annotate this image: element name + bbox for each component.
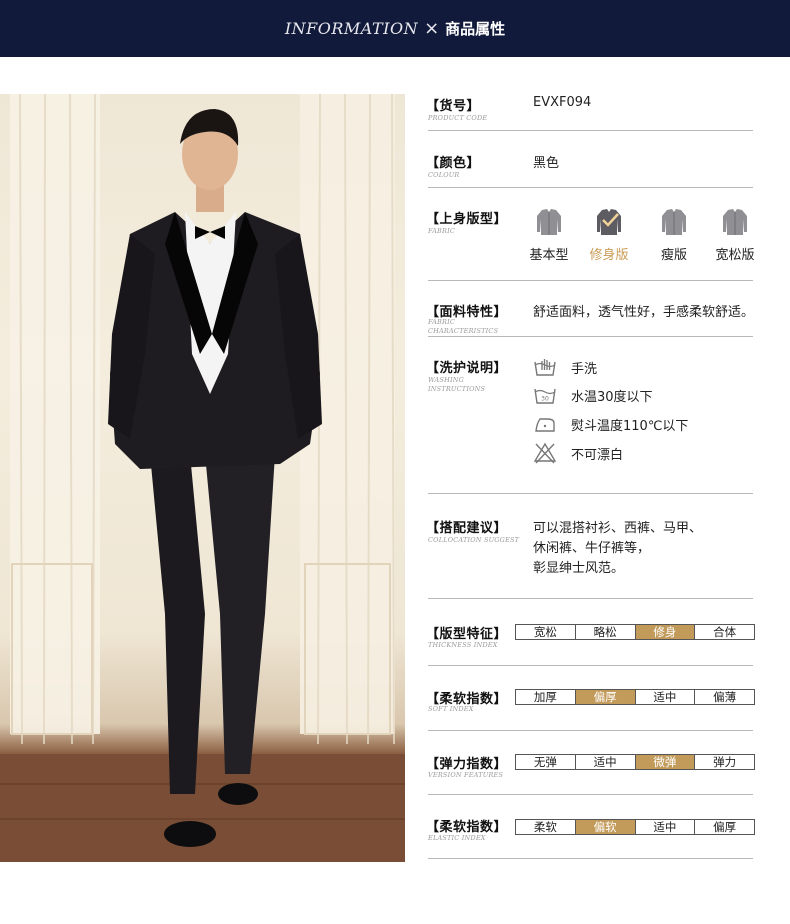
divider [428, 598, 753, 599]
soft2-scale: 柔软 偏软 适中 偏厚 [515, 819, 755, 835]
care-text: 手洗 [571, 361, 598, 377]
scale-cell-selected: 微弹 [635, 755, 696, 769]
scale-cell: 适中 [576, 755, 636, 769]
divider [428, 858, 753, 859]
fabric-subtitle: FABRIC CHARACTERISTICS [428, 318, 499, 335]
header-title-cn: 商品属性 [445, 20, 506, 38]
care-title: 【洗护说明】 [426, 361, 508, 376]
scale-cell: 略松 [576, 625, 636, 639]
fit-option-basic: 基本型 [524, 206, 574, 263]
fit-option-label: 基本型 [529, 248, 569, 263]
collocation-line: 彰显绅士风范。 [533, 561, 625, 576]
fit-subtitle: FABRIC [428, 227, 456, 235]
fit-option-thin: 瘦版 [649, 206, 699, 263]
model-in-suit-illustration [0, 94, 405, 862]
fit-option-loose: 宽松版 [710, 206, 760, 263]
header-separator: × [424, 18, 440, 39]
scale-cell: 适中 [636, 690, 696, 704]
fit-title: 【上身版型】 [426, 212, 508, 227]
scale-cell-selected: 修身 [635, 625, 696, 639]
scale-cell: 宽松 [516, 625, 576, 639]
fit-option-slim: 修身版 [584, 206, 634, 263]
divider [428, 280, 753, 281]
header-bar: INFORMATION × 商品属性 [0, 0, 790, 57]
elastic-subtitle: VERSION FEATURES [428, 771, 504, 779]
soft-scale: 加厚 偏厚 适中 偏薄 [515, 689, 755, 705]
divider [428, 187, 753, 188]
fabric-value: 舒适面料，透气性好，手感柔软舒适。 [533, 305, 755, 320]
shirt-icon [662, 209, 686, 235]
iron-icon [535, 418, 555, 432]
divider [428, 730, 753, 731]
scale-cell: 弹力 [713, 755, 737, 769]
thickness-title: 【版型特征】 [426, 627, 508, 642]
thickness-subtitle: THICKNESS INDEX [428, 641, 498, 649]
divider [428, 130, 753, 131]
scale-cell-selected: 偏厚 [575, 690, 636, 704]
collocation-line: 休闲裤、牛仔裤等， [533, 541, 651, 556]
fit-option-label: 瘦版 [660, 248, 687, 263]
care-text: 熨斗温度110℃以下 [571, 418, 689, 434]
divider [428, 665, 753, 666]
product-code-subtitle: PRODUCT CODE [428, 114, 488, 122]
colour-value: 黑色 [533, 156, 560, 171]
elastic-scale: 无弹 适中 微弹 弹力 [515, 754, 755, 770]
thickness-scale: 宽松 略松 修身 合体 [515, 624, 755, 640]
colour-subtitle: COLOUR [428, 171, 460, 179]
product-photo [0, 94, 405, 862]
care-item: 30 水温30度以下 [533, 384, 653, 406]
elastic-title: 【弹力指数】 [426, 757, 508, 772]
care-item: 熨斗温度110℃以下 [533, 413, 688, 435]
wash-30-icon: 30 [534, 388, 556, 404]
scale-cell: 无弹 [516, 755, 576, 769]
scale-cell: 适中 [636, 820, 696, 834]
product-code-title: 【货号】 [426, 99, 481, 114]
product-code-value: EVXF094 [533, 95, 592, 110]
care-item: 手洗 [533, 356, 597, 378]
care-text: 水温30度以下 [571, 389, 653, 405]
header-title-en: INFORMATION [284, 19, 419, 38]
fit-option-label: 宽松版 [715, 248, 755, 263]
care-text: 不可漂白 [571, 447, 624, 463]
scale-cell: 加厚 [516, 690, 576, 704]
soft2-title: 【柔软指数】 [426, 820, 508, 835]
divider [428, 336, 753, 337]
fit-option-label: 修身版 [589, 248, 629, 263]
shirt-icon [537, 209, 561, 235]
collocation-line: 可以混搭衬衫、西裤、马甲、 [533, 521, 703, 536]
scale-cell: 合体 [713, 625, 737, 639]
header-title: INFORMATION × 商品属性 [0, 0, 790, 57]
divider [428, 794, 753, 795]
care-subtitle: WASHING INSTRUCTIONS [428, 376, 486, 393]
wash-temp-label: 30 [541, 396, 549, 403]
divider [428, 493, 753, 494]
collocation-title: 【搭配建议】 [426, 521, 508, 536]
collocation-subtitle: COLLOCATION SUGGEST [428, 536, 520, 544]
scale-cell: 偏薄 [713, 690, 737, 704]
care-item: 不可漂白 [533, 442, 623, 464]
scale-cell-selected: 偏软 [575, 820, 636, 834]
soft-subtitle: SOFT INDEX [428, 705, 474, 713]
soft2-subtitle: ELASTIC INDEX [428, 834, 486, 842]
hand-wash-icon [534, 359, 556, 376]
scale-cell: 偏厚 [713, 820, 737, 834]
shirt-checked-icon [597, 209, 621, 235]
shirt-icon [723, 209, 747, 235]
scale-cell: 柔软 [516, 820, 576, 834]
colour-title: 【颜色】 [426, 156, 481, 171]
no-bleach-icon [533, 442, 557, 464]
